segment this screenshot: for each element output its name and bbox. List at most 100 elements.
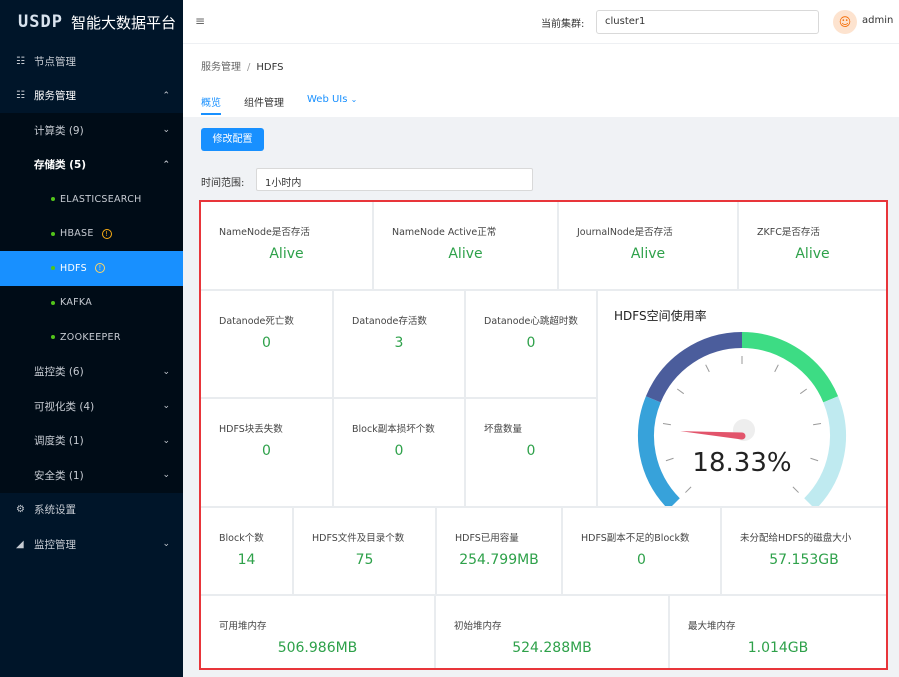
status-dot <box>51 197 55 201</box>
metric-label: Block副本损坏个数 <box>352 424 435 435</box>
status-dot <box>51 335 55 339</box>
gauge-tick <box>676 388 685 395</box>
app-logo[interactable]: USDP 智能大数据平台 <box>0 0 183 44</box>
sidebar-item-security-category[interactable]: 安全类 (1) ⌄ <box>0 458 183 493</box>
metric-label: 坏盘数量 <box>484 424 523 435</box>
metric-value: 57.153GB <box>769 552 839 568</box>
sidebar-item-zookeeper[interactable]: ZOOKEEPER <box>0 320 183 355</box>
metric-value: 75 <box>355 552 374 568</box>
metric-card: 最大堆内存 1.014GB <box>670 596 886 668</box>
metric-card: 未分配给HDFS的磁盘大小 57.153GB <box>722 508 886 594</box>
metric-value: 506.986MB <box>277 640 358 656</box>
metric-card: HDFS块丢失数 0 <box>201 399 332 506</box>
time-range-select[interactable]: 1小时内 <box>256 168 533 191</box>
sidebar: USDP 智能大数据平台 ☷ 节点管理 ☷ 服务管理 ⌃ 计算类 (9) ⌄ 存储类… <box>0 0 183 677</box>
user-name[interactable]: admin <box>862 15 893 26</box>
sidebar-item-label: 调度类 (1) <box>34 435 84 448</box>
gauge-tick <box>813 422 822 426</box>
chevron-down-icon: ⌄ <box>162 401 170 412</box>
sidebar-item-hdfs[interactable]: HDFS! <box>0 251 183 286</box>
chevron-up-icon: ⌃ <box>162 90 170 101</box>
breadcrumb: 服务管理 / HDFS <box>201 58 284 73</box>
gauge-tick <box>799 388 808 395</box>
metric-value: 3 <box>394 335 404 351</box>
sidebar-item-schedule-category[interactable]: 调度类 (1) ⌄ <box>0 423 183 458</box>
gauge-tick <box>662 422 671 426</box>
metric-label: NameNode Active正常 <box>392 227 497 238</box>
sidebar-item-label: 监控类 (6) <box>34 366 84 379</box>
metric-label: NameNode是否存活 <box>219 227 310 238</box>
sidebar-item-settings[interactable]: ⚙ 系统设置 <box>0 493 183 528</box>
active-tab-indicator <box>201 113 221 115</box>
cluster-select[interactable]: cluster1 <box>596 10 819 34</box>
page-header: 服务管理 / HDFS 概览 组件管理 Web UIs ⌄ <box>183 44 899 117</box>
metric-card: ZKFC是否存活 Alive <box>739 202 886 289</box>
metric-label: 最大堆内存 <box>688 621 736 632</box>
metric-card: NameNode是否存活 Alive <box>201 202 372 289</box>
metric-card: HDFS副本不足的Block数 0 <box>563 508 720 594</box>
sidebar-item-label: 安全类 (1) <box>34 469 84 482</box>
status-dot <box>51 266 55 270</box>
gauge-band-cyan <box>804 396 846 506</box>
metric-card: 可用堆内存 506.986MB <box>201 596 434 668</box>
sidebar-item-visual-category[interactable]: 可视化类 (4) ⌄ <box>0 389 183 424</box>
sidebar-item-label: 监控管理 <box>34 538 76 551</box>
warning-icon: ! <box>95 263 105 274</box>
sidebar-item-monitor-mgmt[interactable]: ◢ 监控管理 ⌄ <box>0 527 183 562</box>
sidebar-item-elasticsearch[interactable]: ELASTICSEARCH <box>0 182 183 217</box>
metric-label: HDFS文件及目录个数 <box>312 533 405 544</box>
gauge-tick <box>810 457 819 462</box>
sidebar-item-label: ELASTICSEARCH <box>60 193 142 205</box>
warning-icon: ! <box>101 228 112 239</box>
tab-web-uis-label: Web UIs <box>307 94 348 105</box>
sidebar-item-nodes[interactable]: ☷ 节点管理 <box>0 44 183 79</box>
sidebar-item-hbase[interactable]: HBASE! <box>0 216 183 251</box>
metric-value: 0 <box>262 443 271 459</box>
sidebar-item-storage[interactable]: 存储类 (5) ⌃ <box>0 147 183 182</box>
gauge-tick <box>685 486 692 493</box>
sidebar-item-label: 系统设置 <box>34 504 76 517</box>
metric-value: 0 <box>262 335 271 351</box>
metric-card: 初始堆内存 524.288MB <box>436 596 668 668</box>
metric-label: 未分配给HDFS的磁盘大小 <box>740 533 852 544</box>
metric-label: JournalNode是否存活 <box>577 227 673 238</box>
gauge-band-green <box>741 332 839 403</box>
chevron-up-icon: ⌃ <box>162 159 170 170</box>
tab-components[interactable]: 组件管理 <box>244 94 284 109</box>
sidebar-item-services[interactable]: ☷ 服务管理 ⌃ <box>0 79 183 114</box>
sidebar-item-label: 计算类 (9) <box>34 124 84 137</box>
tab-web-uis[interactable]: Web UIs ⌄ <box>307 94 357 105</box>
metric-card: HDFS文件及目录个数 75 <box>294 508 435 594</box>
metric-card: Block副本损坏个数 0 <box>334 399 464 506</box>
chevron-down-icon: ⌄ <box>162 539 170 550</box>
gauge-card: HDFS空间使用率 18.33% <box>598 291 886 506</box>
sidebar-item-label: KAFKA <box>60 297 93 309</box>
sidebar-item-label: 服务管理 <box>34 90 76 103</box>
metric-label: Datanode心跳超时数 <box>484 316 578 327</box>
menu-fold-icon[interactable]: ≡ <box>195 14 205 28</box>
tab-overview[interactable]: 概览 <box>201 94 221 109</box>
chevron-down-icon: ⌄ <box>350 95 358 104</box>
metric-card: NameNode Active正常 Alive <box>374 202 557 289</box>
sidebar-item-monitor-category[interactable]: 监控类 (6) ⌄ <box>0 354 183 389</box>
breadcrumb-parent[interactable]: 服务管理 <box>201 62 241 73</box>
metric-label: Block个数 <box>219 533 264 544</box>
top-header: ≡ 当前集群: cluster1 ☺ admin <box>183 0 899 44</box>
sidebar-item-kafka[interactable]: KAFKA <box>0 285 183 320</box>
metric-label: 初始堆内存 <box>454 621 502 632</box>
gauge-tick <box>705 364 710 373</box>
metric-value: 524.288MB <box>512 640 592 656</box>
gauge-band-indigo <box>645 332 743 403</box>
cluster-label: 当前集群: <box>541 19 585 30</box>
gauge-needle-cap <box>738 432 746 440</box>
metric-card: HDFS已用容量 254.799MB <box>437 508 561 594</box>
sidebar-item-label: HDFS <box>60 262 87 274</box>
edit-config-button[interactable]: 修改配置 <box>201 128 264 151</box>
sidebar-item-compute[interactable]: 计算类 (9) ⌄ <box>0 113 183 148</box>
metric-card: Datanode死亡数 0 <box>201 291 332 397</box>
gauge-chart: 18.33% <box>638 332 846 506</box>
sidebar-item-label: 存储类 (5) <box>34 159 87 172</box>
app-title: 智能大数据平台 <box>70 13 176 32</box>
metric-value: Alive <box>630 246 666 262</box>
user-avatar-icon[interactable]: ☺ <box>833 10 857 34</box>
